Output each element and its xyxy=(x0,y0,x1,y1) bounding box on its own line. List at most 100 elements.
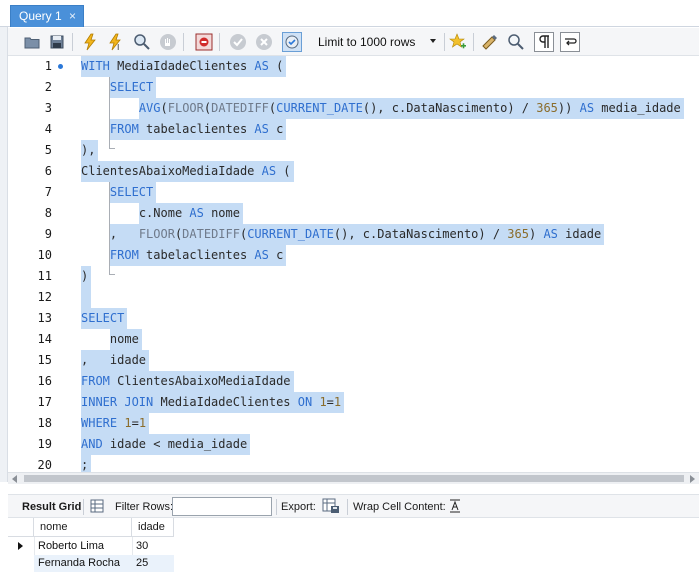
code-token: ), xyxy=(81,143,96,157)
chevron-down-icon xyxy=(430,39,436,43)
code-line[interactable]: nome xyxy=(109,329,142,350)
row-header-corner xyxy=(8,518,34,537)
column-header-idade[interactable]: idade xyxy=(132,518,174,537)
explain-icon[interactable] xyxy=(132,32,152,52)
selection-highlight xyxy=(81,287,92,308)
code-token: media_idade xyxy=(594,101,681,115)
code-line[interactable]: FROM ClientesAbaixoMediaIdade xyxy=(81,371,294,392)
code-area[interactable]: WITH MediaIdadeClientes AS (SELECT AVG(FL… xyxy=(81,56,699,472)
invisible-chars-icon[interactable] xyxy=(534,32,554,52)
close-icon[interactable]: × xyxy=(69,9,76,23)
code-token: ClientesAbaixoMediaIdade xyxy=(81,164,262,178)
code-line[interactable]: AND idade < media_idade xyxy=(81,434,251,455)
result-grid[interactable]: nome idade Roberto Lima 30 Fernanda Rocha 2… xyxy=(8,518,699,584)
code-token: AS xyxy=(261,164,277,178)
tab-query-1[interactable]: Query 1 × xyxy=(10,5,84,27)
selection-highlight: ) xyxy=(81,266,92,287)
commit-icon[interactable] xyxy=(228,32,248,52)
code-line[interactable]: ClientesAbaixoMediaIdade AS ( xyxy=(81,161,294,182)
selection-highlight: ; xyxy=(81,455,92,472)
cell-idade[interactable]: 30 xyxy=(134,538,174,555)
current-row-arrow-icon xyxy=(18,542,23,550)
cell-idade[interactable]: 25 xyxy=(134,555,174,572)
code-token: nome xyxy=(203,206,240,220)
find-icon[interactable] xyxy=(506,32,526,52)
execute-icon[interactable] xyxy=(80,32,100,52)
code-token: c xyxy=(268,248,284,262)
favorite-icon[interactable] xyxy=(448,32,468,52)
toolbar-separator xyxy=(219,33,220,51)
code-line[interactable]: ; xyxy=(81,455,92,472)
code-line[interactable]: ), xyxy=(81,140,99,161)
export-icon[interactable] xyxy=(322,498,340,517)
code-line[interactable]: AVG(FLOOR(DATEDIFF(CURRENT_DATE(), c.Dat… xyxy=(138,98,684,119)
code-line[interactable]: c.Nome AS nome xyxy=(138,203,243,224)
scroll-left-icon[interactable] xyxy=(12,475,17,483)
code-line[interactable]: , idade xyxy=(81,350,150,371)
code-token: INNER JOIN xyxy=(81,395,154,409)
save-icon[interactable] xyxy=(47,32,67,52)
code-token: = xyxy=(326,395,334,409)
autocommit-icon[interactable] xyxy=(282,32,302,52)
grid-icon[interactable] xyxy=(90,499,104,516)
code-token: , xyxy=(81,353,110,367)
horizontal-scrollbar[interactable] xyxy=(8,472,699,484)
beautify-icon[interactable] xyxy=(480,32,500,52)
selection-highlight: AVG(FLOOR(DATEDIFF(CURRENT_DATE(), c.Dat… xyxy=(138,98,684,119)
code-line[interactable] xyxy=(81,287,92,308)
code-token: nome xyxy=(109,332,139,346)
code-line[interactable]: SELECT xyxy=(81,308,128,329)
code-line[interactable]: SELECT xyxy=(109,77,157,98)
code-token: tabelaclientes xyxy=(138,248,255,262)
toolbar-separator xyxy=(183,33,184,51)
code-line[interactable]: SELECT xyxy=(109,182,157,203)
selection-highlight: FROM tabelaclientes AS c xyxy=(109,245,287,266)
filter-rows-input[interactable] xyxy=(172,497,272,516)
code-line[interactable]: ) xyxy=(81,266,92,287)
toggle-error-icon[interactable] xyxy=(194,32,214,52)
open-sql-icon[interactable] xyxy=(22,32,42,52)
code-token: AS xyxy=(189,206,204,220)
code-token: FLOOR xyxy=(138,227,175,241)
scrollbar-thumb[interactable] xyxy=(24,475,684,482)
cell-nome[interactable]: Fernanda Rocha xyxy=(36,555,130,572)
column-header-nome[interactable]: nome xyxy=(34,518,132,537)
code-token: AND xyxy=(81,437,103,451)
code-line[interactable]: FROM tabelaclientes AS c xyxy=(109,245,287,266)
code-token: ( xyxy=(160,101,168,115)
code-token: c xyxy=(268,122,284,136)
result-grid-tab[interactable]: Result Grid xyxy=(22,501,81,513)
line-number: 18 xyxy=(37,416,52,430)
wrap-cell-icon[interactable] xyxy=(449,499,461,516)
code-token: ON xyxy=(297,395,313,409)
code-token: 1 xyxy=(124,416,132,430)
code-token: AS xyxy=(254,122,269,136)
selection-highlight: nome xyxy=(109,329,142,350)
marker-column xyxy=(52,56,115,472)
execute-current-icon[interactable]: I xyxy=(106,32,126,52)
limit-rows-select[interactable]: Limit to 1000 rows xyxy=(311,32,439,52)
selection-highlight: , idade xyxy=(81,350,150,371)
stop-icon[interactable] xyxy=(158,32,178,52)
code-token: MediaIdadeClientes xyxy=(109,59,255,73)
sql-editor[interactable]: 1 2 3 4 5 6 7 8 9 10 11 12 13 14 15 16 17 18 19 20 WITH Med… xyxy=(8,56,699,472)
wrap-icon[interactable] xyxy=(560,32,580,52)
line-number: 4 xyxy=(44,122,52,136)
code-token: FROM xyxy=(109,248,139,262)
line-number: 14 xyxy=(37,332,52,346)
selection-highlight: AND idade < media_idade xyxy=(81,434,251,455)
code-token: 365 xyxy=(507,227,529,241)
line-number: 20 xyxy=(37,458,52,472)
code-token: ) xyxy=(81,269,89,283)
code-line[interactable]: , FLOOR(DATEDIFF(CURRENT_DATE(), c.DataN… xyxy=(109,224,605,245)
code-line[interactable]: WHERE 1=1 xyxy=(81,413,150,434)
filter-rows-label: Filter Rows: xyxy=(115,501,174,513)
rollback-icon[interactable] xyxy=(254,32,274,52)
cell-nome[interactable]: Roberto Lima xyxy=(36,538,130,555)
code-line[interactable]: INNER JOIN MediaIdadeClientes ON 1=1 xyxy=(81,392,345,413)
scroll-right-icon[interactable] xyxy=(690,475,695,483)
line-number: 16 xyxy=(37,374,52,388)
code-line[interactable]: FROM tabelaclientes AS c xyxy=(109,119,287,140)
line-number: 2 xyxy=(44,80,52,94)
code-line[interactable]: WITH MediaIdadeClientes AS ( xyxy=(81,56,287,77)
